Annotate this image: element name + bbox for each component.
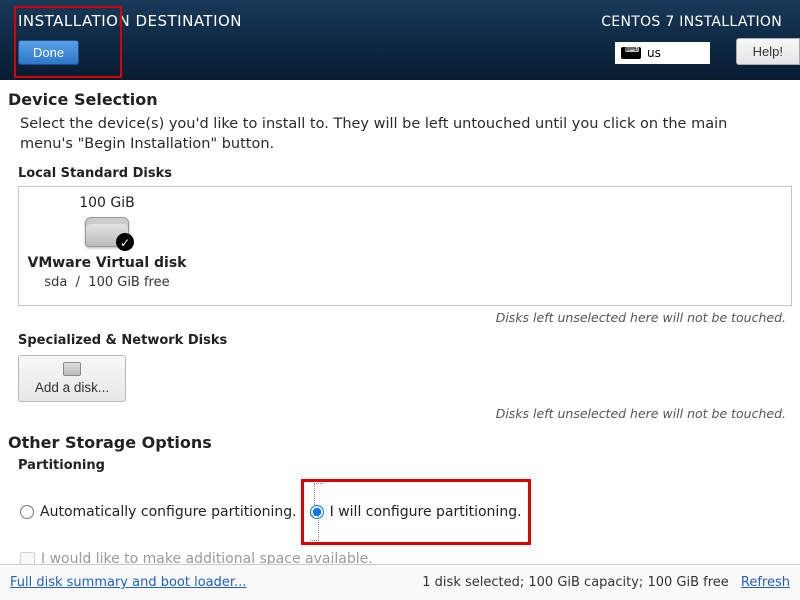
keyboard-layout-indicator[interactable]: us	[615, 42, 710, 64]
disk-name: VMware Virtual disk	[27, 255, 187, 271]
radio-manual-input[interactable]	[310, 505, 324, 519]
highlight-manual-partition: I will configure partitioning.	[301, 479, 531, 545]
help-button[interactable]: Help!	[736, 38, 800, 65]
checkmark-icon: ✓	[116, 233, 134, 251]
disk-dev: sda	[44, 275, 67, 290]
add-disk-label: Add a disk...	[35, 380, 109, 395]
partitioning-heading: Partitioning	[8, 454, 792, 475]
device-selection-description: Select the device(s) you'd like to insta…	[8, 113, 792, 160]
keyboard-icon	[621, 47, 641, 59]
other-storage-title: Other Storage Options	[8, 433, 792, 452]
keyboard-layout-label: us	[647, 46, 661, 60]
radio-auto-label: Automatically configure partitioning.	[40, 504, 297, 520]
refresh-link[interactable]: Refresh	[741, 575, 790, 590]
installer-brand: CENTOS 7 INSTALLATION	[601, 14, 782, 30]
footer-bar: Full disk summary and boot loader... 1 d…	[0, 564, 800, 600]
disk-size: 100 GiB	[27, 195, 187, 211]
local-disks-panel: 100 GiB ✓ VMware Virtual disk sda / 100 …	[18, 186, 792, 306]
hard-disk-icon: ✓	[85, 217, 129, 247]
radio-manual-partition[interactable]: I will configure partitioning.	[310, 504, 522, 520]
disk-subinfo: sda / 100 GiB free	[27, 275, 187, 290]
content-area: Device Selection Select the device(s) yo…	[0, 80, 800, 567]
footer-status: 1 disk selected; 100 GiB capacity; 100 G…	[422, 575, 728, 590]
radio-auto-input[interactable]	[20, 505, 34, 519]
disk-free: 100 GiB free	[88, 275, 169, 290]
add-disk-icon	[63, 362, 81, 376]
footer-right: 1 disk selected; 100 GiB capacity; 100 G…	[422, 575, 790, 590]
radio-auto-partition[interactable]: Automatically configure partitioning.	[20, 504, 297, 520]
local-disks-heading: Local Standard Disks	[8, 160, 792, 184]
radio-manual-label: I will configure partitioning.	[330, 504, 522, 520]
device-selection-title: Device Selection	[8, 90, 792, 109]
disk-item[interactable]: 100 GiB ✓ VMware Virtual disk sda / 100 …	[27, 195, 187, 290]
special-disks-hint: Disks left unselected here will not be t…	[8, 402, 792, 423]
done-button[interactable]: Done	[18, 40, 79, 65]
disk-summary-link[interactable]: Full disk summary and boot loader...	[10, 575, 246, 590]
special-disks-heading: Specialized & Network Disks	[8, 327, 792, 351]
local-disks-hint: Disks left unselected here will not be t…	[8, 306, 792, 327]
partitioning-radio-row: Automatically configure partitioning. I …	[8, 475, 792, 547]
header-bar: INSTALLATION DESTINATION CENTOS 7 INSTAL…	[0, 0, 800, 80]
add-disk-button[interactable]: Add a disk...	[18, 355, 126, 402]
